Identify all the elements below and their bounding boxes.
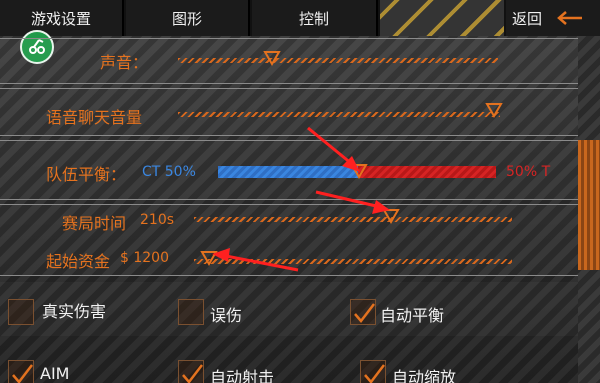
auto-zoom-label: 自动缩放	[392, 368, 457, 383]
back-button-label: 返回	[512, 9, 543, 28]
friendly-fire-checkbox[interactable]	[178, 299, 204, 325]
triangle-down-icon	[485, 103, 503, 118]
tab-graphics-label: 图形	[171, 9, 202, 28]
hazard-stripe-panel	[380, 0, 504, 36]
scrollbar-thumb[interactable]	[578, 140, 600, 270]
ct-percent-label: CT 50%	[142, 164, 196, 180]
back-arrow-icon	[557, 11, 583, 25]
round-time-value: 210s	[140, 212, 175, 228]
sound-label: 声音：	[100, 53, 149, 72]
voice-chat-slider-thumb[interactable]	[485, 102, 503, 118]
real-damage-label: 真实伤害	[42, 302, 107, 321]
tab-game-settings-label: 游戏设置	[30, 9, 91, 28]
t-percent-label: 50% T	[506, 164, 551, 180]
auto-fire-label: 自动射击	[210, 368, 275, 383]
tab-graphics[interactable]: 图形	[126, 0, 250, 36]
tab-control-label: 控制	[298, 9, 329, 28]
auto-zoom-checkbox[interactable]	[360, 360, 386, 383]
start-money-label: 起始资金	[46, 252, 111, 271]
voice-chat-slider-track[interactable]	[178, 112, 500, 117]
checkmark-icon	[364, 364, 385, 383]
tab-bar: 游戏设置 图形 控制 返回	[0, 0, 600, 36]
round-time-label: 赛局时间	[62, 214, 127, 233]
auto-balance-checkbox[interactable]	[350, 299, 376, 325]
back-button[interactable]: 返回	[506, 0, 600, 36]
friendly-fire-label: 误伤	[210, 306, 243, 325]
red-arrow-icon	[212, 248, 299, 272]
triangle-down-icon	[263, 51, 281, 66]
voice-chat-label: 语音聊天音量	[46, 108, 143, 127]
start-money-value: $ 1200	[120, 250, 169, 266]
red-arrow-icon	[315, 190, 390, 214]
aim-label: AIM	[40, 364, 70, 383]
checkmark-icon	[12, 364, 33, 383]
checkmark-icon	[182, 364, 203, 383]
aim-checkbox[interactable]	[8, 360, 34, 383]
red-arrow-icon	[307, 126, 360, 172]
tab-game-settings[interactable]: 游戏设置	[0, 0, 124, 36]
auto-balance-label: 自动平衡	[380, 306, 445, 325]
auto-fire-checkbox[interactable]	[178, 360, 204, 383]
sound-slider-track[interactable]	[178, 58, 498, 63]
checkmark-icon	[354, 303, 375, 323]
team-balance-label: 队伍平衡：	[46, 165, 127, 184]
tab-control[interactable]: 控制	[252, 0, 378, 36]
sound-slider-thumb[interactable]	[263, 50, 281, 66]
real-damage-checkbox[interactable]	[8, 299, 34, 325]
